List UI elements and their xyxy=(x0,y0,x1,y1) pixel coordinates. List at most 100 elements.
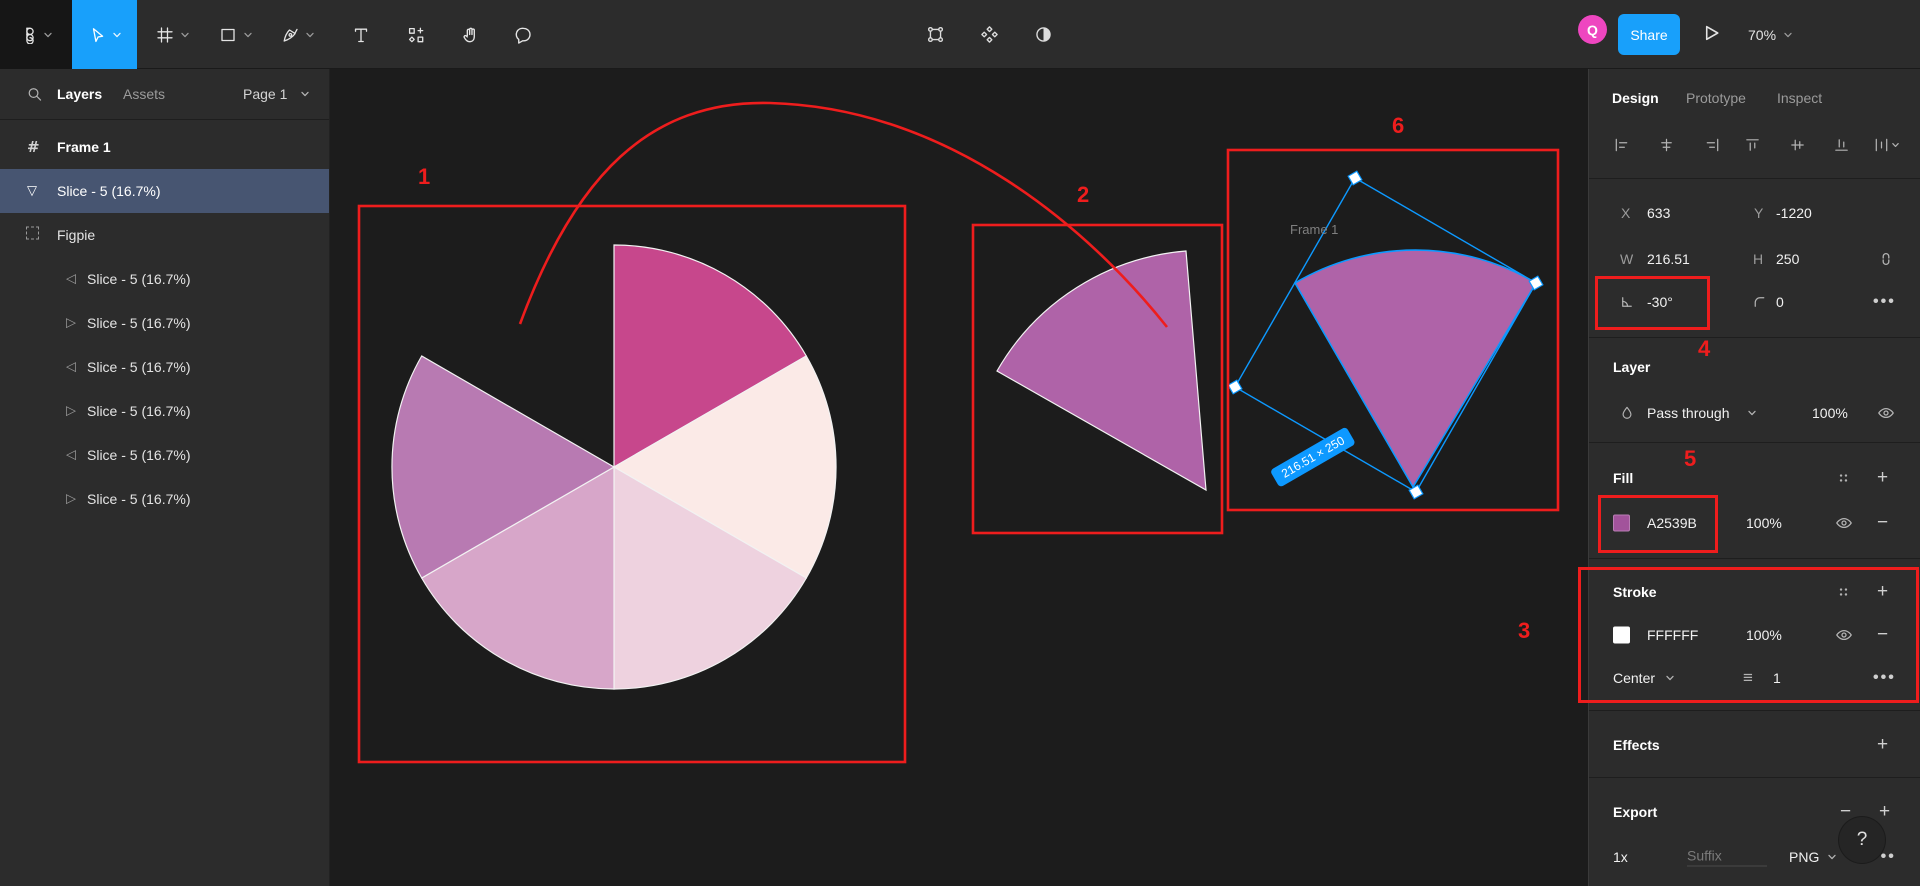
distribute-icon[interactable] xyxy=(1873,137,1900,154)
layer-opacity-input[interactable]: 100% xyxy=(1812,405,1848,421)
selection-handle[interactable] xyxy=(1409,485,1423,499)
chevron-down-icon xyxy=(1665,673,1675,683)
width-input[interactable]: 216.51 xyxy=(1647,251,1690,267)
comment-tool-icon xyxy=(514,25,533,44)
layer-row-slice-5-16-7[interactable]: ▷Slice - 5 (16.7%) xyxy=(0,301,329,345)
layer-row-slice-5-16-7[interactable]: ▷Slice - 5 (16.7%) xyxy=(0,477,329,521)
layer-label: Slice - 5 (16.7%) xyxy=(87,359,190,375)
y-input[interactable]: -1220 xyxy=(1776,205,1812,221)
more-options-icon[interactable]: ••• xyxy=(1873,293,1896,311)
pie-chart[interactable] xyxy=(392,245,836,689)
height-input[interactable]: 250 xyxy=(1776,251,1799,267)
layer-row-figpie[interactable]: Figpie xyxy=(0,213,329,257)
help-button[interactable]: ? xyxy=(1839,817,1885,863)
align-v-center-icon[interactable] xyxy=(1789,137,1806,154)
eye-icon[interactable] xyxy=(1877,404,1895,422)
remove-stroke-icon[interactable]: − xyxy=(1877,624,1888,646)
x-input[interactable]: 633 xyxy=(1647,205,1670,221)
stroke-hex-input[interactable]: FFFFFF xyxy=(1647,627,1698,643)
slice-left-icon: ◁ xyxy=(66,360,76,375)
add-export-icon[interactable]: + xyxy=(1879,801,1890,823)
layer-row-slice-5-16-7[interactable]: ▷ Slice - 5 (16.7%) xyxy=(0,389,329,433)
fill-hex-input[interactable]: A2539B xyxy=(1647,515,1697,531)
tab-assets[interactable]: Assets xyxy=(123,86,165,102)
chevron-down-icon[interactable] xyxy=(300,89,310,99)
chevron-down-icon xyxy=(1747,408,1757,418)
layer-label: Slice - 5 (16.7%) xyxy=(87,403,190,419)
advanced-stroke-icon[interactable]: ••• xyxy=(1873,669,1896,687)
mask-button[interactable] xyxy=(1027,19,1059,51)
layers-panel-header: Layers Assets Page 1 xyxy=(0,69,329,120)
slice-left-icon: ◁ xyxy=(66,448,76,463)
tab-inspect[interactable]: Inspect xyxy=(1777,90,1822,106)
blend-row: Pass through 100% xyxy=(1589,397,1920,429)
tab-layers[interactable]: Layers xyxy=(57,86,102,102)
layer-label: Figpie xyxy=(57,227,95,243)
layer-section-title: Layer xyxy=(1613,359,1650,375)
add-effect-icon[interactable]: + xyxy=(1877,734,1888,756)
frame-name-label[interactable]: Frame 1 xyxy=(1290,222,1338,237)
fill-styles-icon[interactable] xyxy=(1835,470,1852,487)
align-left-icon[interactable] xyxy=(1613,137,1630,154)
align-bottom-icon[interactable] xyxy=(1833,137,1850,154)
slice-right-icon: ▷ xyxy=(66,404,76,419)
stroke-weight-input[interactable]: 1 xyxy=(1773,670,1781,686)
layer-row-frame-1[interactable]: #Frame 1 xyxy=(0,125,329,169)
selection-handle[interactable] xyxy=(1348,171,1362,185)
fill-opacity-input[interactable]: 100% xyxy=(1746,515,1782,531)
fill-color-swatch[interactable] xyxy=(1613,515,1630,532)
stroke-section-header: Stroke + xyxy=(1589,576,1920,608)
export-format-select[interactable]: PNG xyxy=(1789,849,1819,865)
layer-row-slice-5-16-7[interactable]: ◁ Slice - 5 (16.7%) xyxy=(0,345,329,389)
eye-icon[interactable] xyxy=(1835,514,1853,532)
moved-pie-slice[interactable] xyxy=(997,251,1206,490)
page-selector[interactable]: Page 1 xyxy=(243,86,287,102)
align-top-icon[interactable] xyxy=(1744,137,1761,154)
share-button[interactable]: Share xyxy=(1618,14,1680,55)
tab-design[interactable]: Design xyxy=(1612,90,1659,106)
stroke-styles-icon[interactable] xyxy=(1835,584,1852,601)
tool-pen[interactable] xyxy=(268,0,328,69)
export-scale-select[interactable]: 1x xyxy=(1613,849,1628,865)
avatar[interactable]: Q xyxy=(1578,15,1607,44)
stroke-align-select[interactable]: Center xyxy=(1613,670,1655,686)
remove-fill-icon[interactable]: − xyxy=(1877,512,1888,534)
main-menu-button[interactable] xyxy=(0,0,72,69)
stroke-color-swatch[interactable] xyxy=(1613,627,1630,644)
corner-radius-input[interactable]: 0 xyxy=(1776,294,1784,310)
pen-tool-icon xyxy=(281,26,299,44)
tool-hand[interactable] xyxy=(446,0,494,69)
create-component-button[interactable] xyxy=(973,19,1005,51)
selection-handle[interactable] xyxy=(1228,380,1242,394)
tab-prototype[interactable]: Prototype xyxy=(1686,90,1746,106)
slice-right-icon: ▷ xyxy=(66,316,76,331)
tool-shape[interactable] xyxy=(206,0,266,69)
layer-row-slice-5-16-7[interactable]: ▽Slice - 5 (16.7%) xyxy=(0,169,329,213)
rotation-input[interactable]: -30° xyxy=(1647,294,1673,310)
tool-frame[interactable] xyxy=(143,0,203,69)
present-button[interactable] xyxy=(1700,22,1722,44)
edit-object-button[interactable] xyxy=(919,19,951,51)
layer-row-slice-5-16-7[interactable]: ◁Slice - 5 (16.7%) xyxy=(0,433,329,477)
align-right-icon[interactable] xyxy=(1704,137,1721,154)
toolbar-center xyxy=(919,0,1059,69)
blend-mode-select[interactable]: Pass through xyxy=(1647,405,1730,421)
add-fill-icon[interactable]: + xyxy=(1877,467,1888,489)
layer-row-slice-5-16-7[interactable]: ◁Slice - 5 (16.7%) xyxy=(0,257,329,301)
tool-component[interactable] xyxy=(392,0,440,69)
stroke-opacity-input[interactable]: 100% xyxy=(1746,627,1782,643)
canvas[interactable]: Frame 1 216.51 × 250 1 2 6 xyxy=(330,69,1588,886)
fill-section-title: Fill xyxy=(1613,470,1633,486)
search-icon[interactable] xyxy=(26,86,43,103)
chevron-down-icon xyxy=(112,30,122,40)
tool-text[interactable] xyxy=(338,0,384,69)
constrain-proportions-icon[interactable] xyxy=(1877,250,1895,268)
eye-icon[interactable] xyxy=(1835,626,1853,644)
export-suffix-input[interactable] xyxy=(1687,848,1767,867)
tool-move[interactable] xyxy=(72,0,137,69)
add-stroke-icon[interactable]: + xyxy=(1877,581,1888,603)
tool-comment[interactable] xyxy=(499,0,547,69)
zoom-menu[interactable]: 70% xyxy=(1748,0,1793,69)
align-h-center-icon[interactable] xyxy=(1658,137,1675,154)
chevron-down-icon xyxy=(1783,30,1793,40)
